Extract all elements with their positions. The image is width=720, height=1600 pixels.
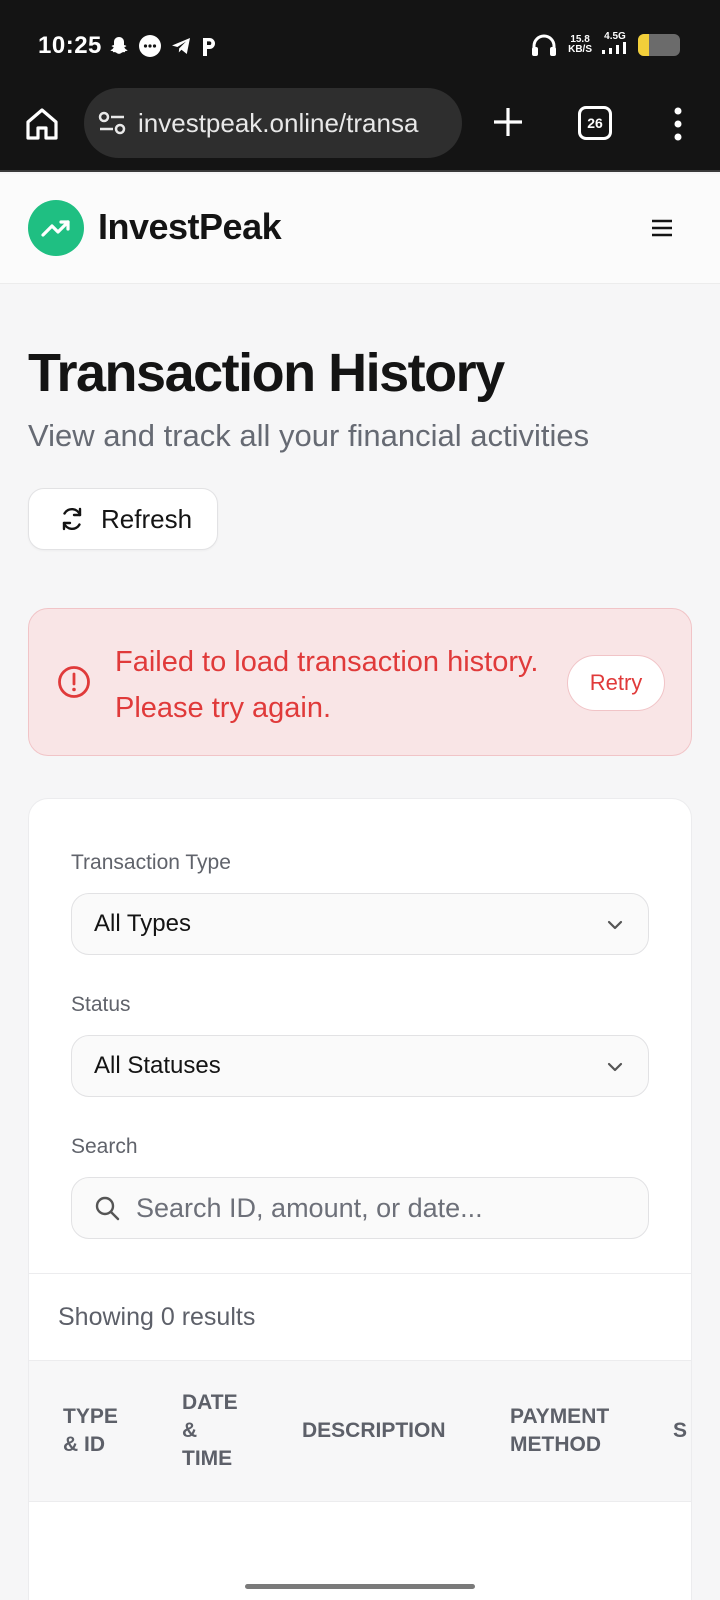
refresh-label: Refresh <box>101 503 193 534</box>
network-type: 4.5G <box>604 31 626 42</box>
logo[interactable] <box>28 200 84 256</box>
transactions-card: Transaction Type All Types Status All St… <box>28 798 692 1600</box>
url-text: investpeak.online/transa <box>138 107 419 138</box>
search-label: Search <box>71 1135 138 1158</box>
chevron-down-icon <box>607 920 623 930</box>
status-right: 15.8 KB/S 4.5G <box>530 32 680 57</box>
headphones-icon <box>532 34 557 56</box>
notification-icons <box>108 34 218 58</box>
status-value: All Statuses <box>94 1052 221 1079</box>
brand-name[interactable]: InvestPeak <box>98 206 282 248</box>
search-icon <box>95 1196 120 1221</box>
alert-message: Failed to load transaction history. Plea… <box>115 646 539 724</box>
status-bar: 10:25 15.8 KB/S 4.5G <box>0 0 720 88</box>
column-header-payment-method[interactable]: PAYMENT METHOD <box>510 1403 609 1459</box>
chat-bubble-icon <box>139 35 161 57</box>
site-settings-icon[interactable] <box>98 111 126 135</box>
retry-button[interactable]: Retry <box>567 655 665 711</box>
battery-icon <box>638 33 680 56</box>
tab-switcher-button[interactable]: 26 <box>578 106 612 140</box>
gesture-nav-handle[interactable] <box>245 1584 475 1589</box>
page-subtitle: View and track all your financial activi… <box>28 418 590 453</box>
url-bar[interactable]: investpeak.online/transa <box>84 88 462 158</box>
status-select[interactable]: All Statuses <box>71 1035 649 1097</box>
hamburger-menu-icon[interactable] <box>650 218 674 238</box>
network-speed: 15.8 KB/S <box>568 33 592 55</box>
more-vert-icon[interactable] <box>668 106 688 142</box>
search-box[interactable] <box>71 1177 649 1239</box>
transaction-type-label: Transaction Type <box>71 851 231 874</box>
divider <box>29 1273 691 1274</box>
status-label: Status <box>71 993 131 1016</box>
column-header-type-id[interactable]: TYPE & ID <box>63 1403 118 1459</box>
app-header: InvestPeak <box>0 174 720 284</box>
refresh-icon <box>62 507 82 531</box>
transaction-type-value: All Types <box>94 910 191 937</box>
divider <box>29 1501 691 1502</box>
telegram-icon <box>172 38 190 54</box>
alert-circle-icon <box>58 666 90 698</box>
search-input[interactable] <box>136 1192 616 1224</box>
transaction-type-select[interactable]: All Types <box>71 893 649 955</box>
home-icon[interactable] <box>24 106 60 142</box>
trending-up-icon <box>41 220 70 237</box>
browser-toolbar: investpeak.online/transa 26 <box>0 88 720 172</box>
column-header-description[interactable]: DESCRIPTION <box>302 1417 446 1445</box>
refresh-button[interactable]: Refresh <box>28 488 218 550</box>
error-alert: Failed to load transaction history. Plea… <box>28 608 692 756</box>
signal-bars-icon <box>602 42 626 54</box>
snapchat-icon <box>110 37 128 54</box>
page-title: Transaction History <box>28 343 505 403</box>
signal-indicator: 4.5G <box>602 32 628 57</box>
column-header-status[interactable]: S <box>673 1417 687 1445</box>
chevron-down-icon <box>607 1062 623 1072</box>
new-tab-icon[interactable] <box>490 104 526 140</box>
p-app-icon <box>203 38 215 56</box>
table-header: TYPE & ID DATE & TIME DESCRIPTION PAYMEN… <box>29 1361 691 1501</box>
results-summary: Showing 0 results <box>58 1303 256 1331</box>
column-header-date-time[interactable]: DATE & TIME <box>182 1389 238 1473</box>
status-time: 10:25 <box>38 32 102 59</box>
